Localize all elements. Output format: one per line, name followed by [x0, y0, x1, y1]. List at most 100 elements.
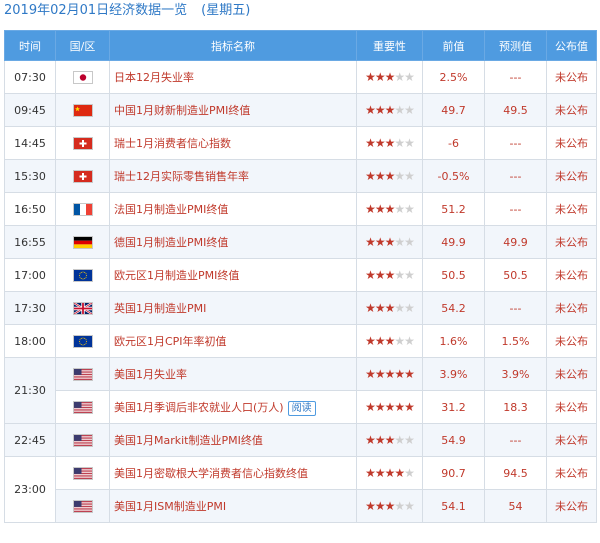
- indicator-name[interactable]: 美国1月季调后非农就业人口(万人): [114, 401, 284, 414]
- indicator-name[interactable]: 瑞士1月消费者信心指数: [114, 137, 231, 150]
- star-filled-icon: ★: [384, 499, 396, 513]
- star-empty-icon: ★: [404, 202, 415, 216]
- indicator-cell[interactable]: 瑞士12月实际零售销售年率: [109, 159, 357, 193]
- forecast-value: ---: [484, 192, 547, 226]
- time-cell: 17:30: [4, 291, 56, 325]
- table-row: 18:00 欧元区1月CPI年率初值 ★★★★★ 1.6% 1.5% 未公布: [4, 324, 597, 358]
- star-filled-icon: ★: [374, 367, 386, 381]
- star-filled-icon: ★: [374, 103, 386, 117]
- country-cell: [55, 225, 110, 259]
- country-cell: [55, 126, 110, 160]
- previous-value: 50.5: [422, 258, 485, 292]
- indicator-cell[interactable]: 美国1月密歇根大学消费者信心指数终值: [109, 456, 357, 490]
- indicator-name[interactable]: 法国1月制造业PMI终值: [114, 203, 228, 216]
- star-filled-icon: ★: [384, 169, 396, 183]
- country-cell: [55, 390, 110, 424]
- country-cell: [55, 258, 110, 292]
- star-empty-icon: ★: [404, 235, 415, 249]
- star-empty-icon: ★: [404, 334, 415, 348]
- importance-cell: ★★★★★: [356, 159, 423, 193]
- star-filled-icon: ★: [384, 103, 396, 117]
- indicator-cell[interactable]: 美国1月Markit制造业PMI终值: [109, 423, 357, 457]
- indicator-cell[interactable]: 中国1月财新制造业PMI终值: [109, 93, 357, 127]
- title-weekday: (星期五): [201, 3, 251, 18]
- star-empty-icon: ★: [394, 268, 405, 282]
- indicator-name[interactable]: 欧元区1月CPI年率初值: [114, 335, 227, 348]
- previous-value: -0.5%: [422, 159, 485, 193]
- country-cell: [55, 456, 110, 490]
- indicator-name[interactable]: 美国1月失业率: [114, 368, 187, 381]
- country-cell: [55, 291, 110, 325]
- star-filled-icon: ★: [365, 400, 376, 414]
- indicator-name[interactable]: 日本12月失业率: [114, 71, 194, 84]
- previous-value: 54.9: [422, 423, 485, 457]
- indicator-cell[interactable]: 欧元区1月CPI年率初值: [109, 324, 357, 358]
- forecast-value: ---: [484, 159, 547, 193]
- previous-value: 31.2: [422, 390, 485, 424]
- importance-cell: ★★★★★: [356, 192, 423, 226]
- star-filled-icon: ★: [365, 301, 376, 315]
- indicator-name[interactable]: 中国1月财新制造业PMI终值: [114, 104, 250, 117]
- indicator-cell[interactable]: 日本12月失业率: [109, 60, 357, 94]
- previous-value: 2.5%: [422, 60, 485, 94]
- indicator-cell[interactable]: 美国1月ISM制造业PMI: [109, 489, 357, 523]
- indicator-name[interactable]: 德国1月制造业PMI终值: [114, 236, 228, 249]
- header-previous: 前值: [422, 30, 485, 61]
- star-empty-icon: ★: [404, 466, 415, 480]
- star-empty-icon: ★: [394, 70, 405, 84]
- indicator-cell[interactable]: 欧元区1月制造业PMI终值: [109, 258, 357, 292]
- forecast-value: 94.5: [484, 456, 547, 490]
- star-empty-icon: ★: [404, 268, 415, 282]
- star-filled-icon: ★: [365, 466, 376, 480]
- forecast-value: 18.3: [484, 390, 547, 424]
- actual-value: 未公布: [546, 126, 597, 160]
- star-filled-icon: ★: [384, 367, 396, 381]
- star-filled-icon: ★: [384, 301, 396, 315]
- indicator-cell[interactable]: 美国1月季调后非农就业人口(万人) 阅读: [109, 390, 357, 424]
- header-country: 国/区: [55, 30, 110, 61]
- country-cell: [55, 357, 110, 391]
- time-cell: 15:30: [4, 159, 56, 193]
- china-flag-icon: [72, 103, 93, 117]
- importance-stars: ★★★★★: [365, 367, 415, 381]
- indicator-name[interactable]: 瑞士12月实际零售销售年率: [114, 170, 249, 183]
- country-cell: [55, 60, 110, 94]
- table-row: 22:45 美国1月Markit制造业PMI终值 ★★★★★ 54.9 --- 未公布: [4, 423, 597, 457]
- indicator-cell[interactable]: 美国1月失业率: [109, 357, 357, 391]
- indicator-cell[interactable]: 法国1月制造业PMI终值: [109, 192, 357, 226]
- star-empty-icon: ★: [394, 235, 405, 249]
- usa-flag-icon: [72, 433, 93, 447]
- table-row: 21:30 美国1月失业率 ★★★★★ 3.9% 3.9% 未公布: [4, 357, 597, 424]
- star-filled-icon: ★: [365, 367, 376, 381]
- table-header-row: 时间 国/区 指标名称 重要性 前值 预测值 公布值: [4, 30, 597, 61]
- star-filled-icon: ★: [365, 70, 376, 84]
- time-cell: 18:00: [4, 324, 56, 358]
- table-body: 07:30 日本12月失业率 ★★★★★ 2.5% --- 未公布 09:45 中国1月财新制…: [4, 60, 597, 523]
- header-forecast: 预测值: [484, 30, 547, 61]
- importance-cell: ★★★★★: [356, 390, 423, 424]
- germany-flag-icon: [72, 235, 93, 249]
- importance-stars: ★★★★★: [365, 169, 415, 183]
- actual-value: 未公布: [546, 93, 597, 127]
- indicator-name[interactable]: 英国1月制造业PMI: [114, 302, 206, 315]
- star-empty-icon: ★: [404, 169, 415, 183]
- indicator-cell[interactable]: 英国1月制造业PMI: [109, 291, 357, 325]
- read-tag[interactable]: 阅读: [287, 400, 316, 416]
- previous-value: 49.7: [422, 93, 485, 127]
- indicator-name[interactable]: 欧元区1月制造业PMI终值: [114, 269, 239, 282]
- table-row: 17:00 欧元区1月制造业PMI终值 ★★★★★ 50.5 50.5 未公布: [4, 258, 597, 292]
- country-cell: [55, 423, 110, 457]
- time-cell: 09:45: [4, 93, 56, 127]
- star-filled-icon: ★: [374, 235, 386, 249]
- star-filled-icon: ★: [374, 400, 386, 414]
- indicator-cell[interactable]: 瑞士1月消费者信心指数: [109, 126, 357, 160]
- forecast-value: 54: [484, 489, 547, 523]
- actual-value: 未公布: [546, 225, 597, 259]
- indicator-name[interactable]: 美国1月Markit制造业PMI终值: [114, 434, 263, 447]
- indicator-name[interactable]: 美国1月密歇根大学消费者信心指数终值: [114, 467, 308, 480]
- indicator-name[interactable]: 美国1月ISM制造业PMI: [114, 500, 226, 513]
- actual-value: 未公布: [546, 291, 597, 325]
- importance-cell: ★★★★★: [356, 225, 423, 259]
- indicator-cell[interactable]: 德国1月制造业PMI终值: [109, 225, 357, 259]
- star-filled-icon: ★: [394, 400, 405, 414]
